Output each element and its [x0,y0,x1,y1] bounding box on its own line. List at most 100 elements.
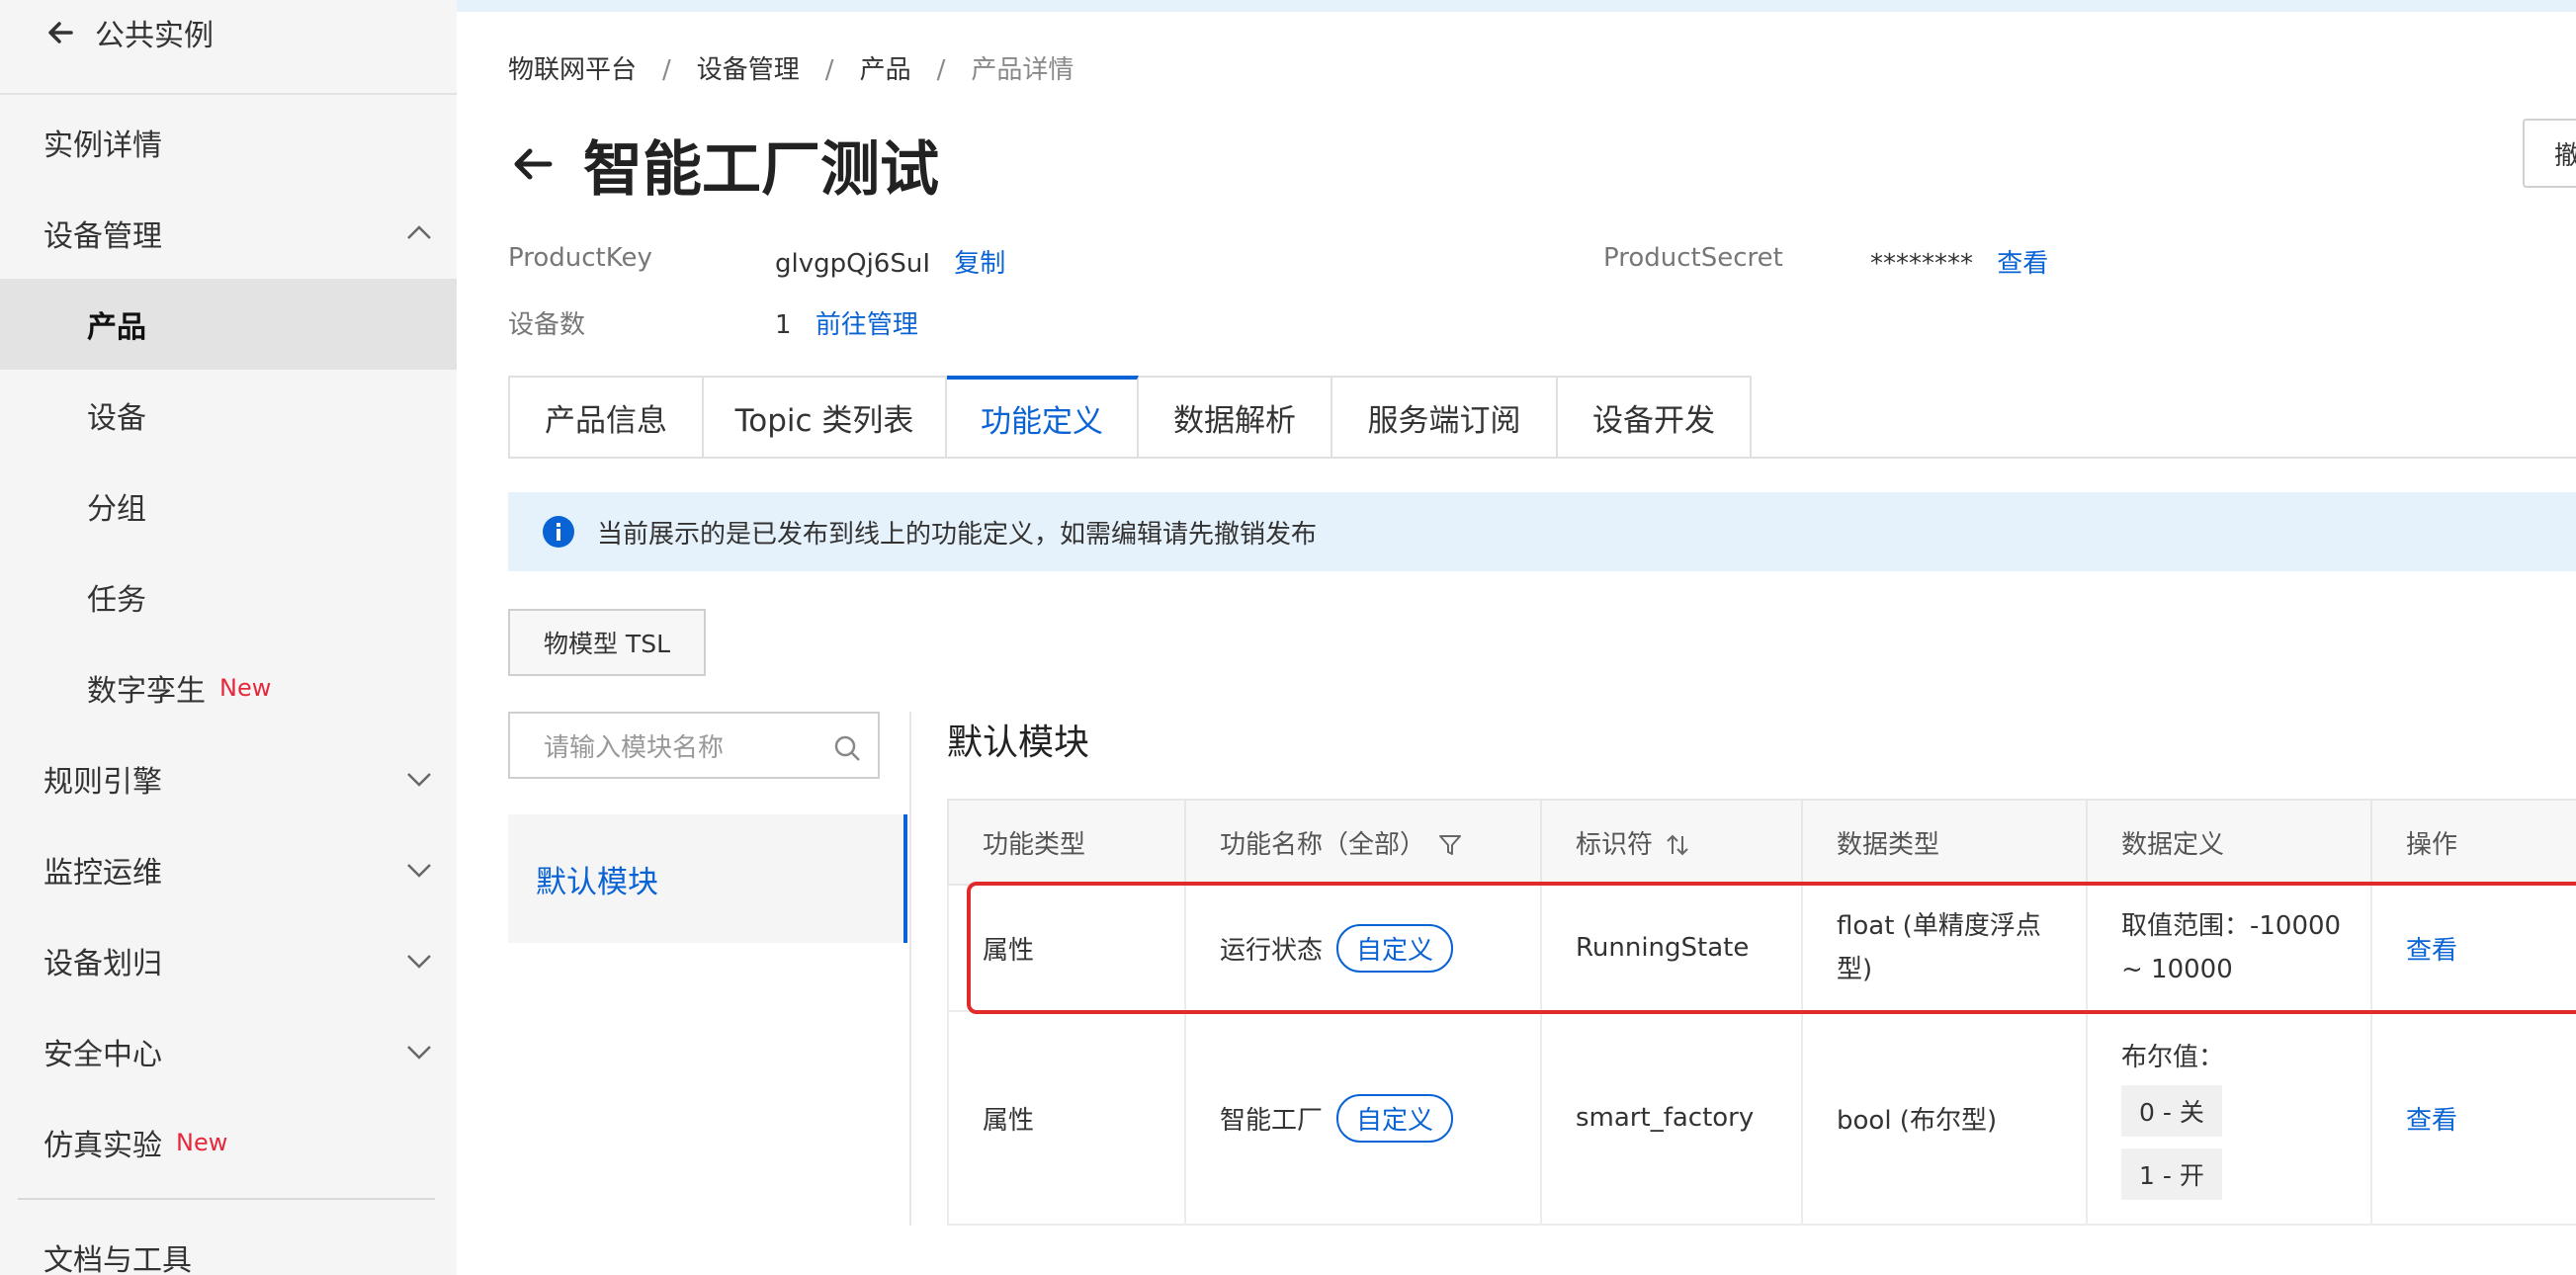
product-secret-row: ******** 查看 [1870,243,2048,280]
sidebar-item-digital-twin[interactable]: 数字孪生 New [0,642,457,733]
main-content: 物联网平台 / 设备管理 / 产品 / 产品详情 智能工厂测试 撤 ProductKey g… [457,0,2576,1275]
tab-device-development[interactable]: 设备开发 [1558,376,1752,459]
sidebar-item-label: 分组 [87,492,146,527]
product-secret-label: ProductSecret [1603,243,1783,273]
sidebar-item-security-center[interactable]: 安全中心 [0,1006,457,1097]
product-key-label: ProductKey [508,243,652,273]
new-badge: New [219,674,272,702]
tsl-button[interactable]: 物模型 TSL [508,609,706,676]
sidebar-item-label: 设备 [87,401,146,436]
tab-function-definition[interactable]: 功能定义 [947,376,1139,459]
sidebar-item-product[interactable]: 产品 [0,279,457,370]
sidebar-item-label: 规则引擎 [43,765,162,800]
view-secret-link[interactable]: 查看 [1997,249,2048,279]
view-link[interactable]: 查看 [2406,1106,2457,1136]
sidebar-divider [18,1198,435,1200]
chevron-down-icon [407,955,431,969]
device-count-label: 设备数 [508,310,586,340]
custom-tag: 自定义 [1336,1093,1454,1143]
sidebar-item-device-assignment[interactable]: 设备划归 [0,915,457,1006]
search-icon[interactable] [832,733,862,763]
back-arrow-icon[interactable] [508,139,558,189]
sort-icon[interactable] [1665,832,1690,858]
table-header-row: 功能类型 功能名称（全部） 标识符 数据类型 数据定义 操作 [947,799,2576,886]
sidebar-item-device-management[interactable]: 设备管理 [0,188,457,279]
header-label: 功能名称（全部） [1220,829,1426,860]
sidebar-item-instance-details[interactable]: 实例详情 [0,97,457,188]
view-link[interactable]: 查看 [2406,936,2457,966]
header-label: 操作 [2406,829,2458,860]
cell-data-type: bool (布尔型) [1801,1010,2088,1226]
tab-product-info[interactable]: 产品信息 [508,376,704,459]
tab-topic-list[interactable]: Topic 类列表 [704,376,947,459]
sidebar-item-monitoring[interactable]: 监控运维 [0,824,457,915]
breadcrumb-item-device-management[interactable]: 设备管理 [697,55,800,85]
sidebar-item-label: 设备管理 [43,219,162,254]
chevron-down-icon [407,773,431,787]
cell-type: 属性 [947,884,1186,1012]
bool-value-false: 0 - 关 [2121,1084,2222,1137]
sidebar-item-device[interactable]: 设备 [0,370,457,461]
tab-data-parsing[interactable]: 数据解析 [1139,376,1332,459]
header-identifier[interactable]: 标识符 [1540,799,1803,886]
tab-server-subscription[interactable]: 服务端订阅 [1332,376,1558,459]
sidebar-item-label: 产品 [87,310,146,345]
new-badge: New [176,1129,228,1156]
cell-action: 查看 [2370,884,2576,1012]
table-row: 属性 运行状态 自定义 RunningState float (单精度浮点型) 取… [947,884,2576,1012]
table-row: 属性 智能工厂 自定义 smart_factory bool (布尔型) 布尔值：… [947,1010,2576,1226]
sidebar-item-label: 安全中心 [43,1038,162,1072]
breadcrumb-item-product[interactable]: 产品 [860,55,911,85]
module-title: 默认模块 [947,722,1090,763]
sidebar-item-label: 仿真实验 [43,1129,162,1163]
module-list-item-default[interactable]: 默认模块 [508,814,907,943]
back-label: 公共实例 [95,19,214,53]
breadcrumb-item-current: 产品详情 [971,55,1074,85]
cell-data-definition: 布尔值： 0 - 关 1 - 开 [2086,1010,2372,1226]
back-to-instances-button[interactable]: 公共实例 [42,8,214,57]
sidebar-item-label: 任务 [87,583,146,618]
sidebar-item-group[interactable]: 分组 [0,461,457,552]
filter-icon[interactable] [1437,832,1463,858]
sidebar-item-task[interactable]: 任务 [0,552,457,642]
product-key-value: glvgpQj6SuI [775,249,931,279]
info-icon [543,516,574,548]
header-data-type: 数据类型 [1801,799,2088,886]
sidebar-item-label: 数字孪生 [87,674,206,709]
breadcrumb-separator: / [824,55,834,85]
sidebar-item-simulation[interactable]: 仿真实验 New [0,1097,457,1188]
tab-bar: 产品信息 Topic 类列表 功能定义 数据解析 服务端订阅 设备开发 [508,376,1752,459]
sidebar-item-docs-tools[interactable]: 文档与工具 [0,1212,457,1275]
copy-link[interactable]: 复制 [954,249,1005,279]
module-search[interactable]: 请输入模块名称 [508,712,880,779]
sidebar-divider [0,93,457,95]
header-label: 标识符 [1576,829,1654,860]
header-function-type: 功能类型 [947,799,1186,886]
unpublish-button[interactable]: 撤 [2523,119,2576,188]
product-key-row: glvgpQj6SuI 复制 [775,243,1005,280]
sidebar-item-rule-engine[interactable]: 规则引擎 [0,733,457,824]
manage-devices-link[interactable]: 前往管理 [816,310,918,340]
breadcrumb: 物联网平台 / 设备管理 / 产品 / 产品详情 [508,49,1073,86]
header-function-name[interactable]: 功能名称（全部） [1184,799,1542,886]
function-name: 运行状态 [1220,935,1324,966]
bool-value-true: 1 - 开 [2121,1148,2222,1200]
cell-identifier: RunningState [1540,884,1803,1012]
sidebar: 公共实例 实例详情 设备管理 产品 设备 分组 任务 数字孪生 New 规则引擎… [0,0,457,1275]
device-count-value: 1 [775,310,792,340]
search-placeholder: 请输入模块名称 [544,732,725,763]
custom-tag: 自定义 [1336,923,1454,973]
breadcrumb-item-iot-platform[interactable]: 物联网平台 [508,55,637,85]
header-label: 数据定义 [2121,829,2225,860]
product-secret-value: ******** [1870,249,1973,279]
sidebar-item-label: 实例详情 [43,128,162,163]
notice-text: 当前展示的是已发布到线上的功能定义，如需编辑请先撤销发布 [597,519,1318,550]
cell-type: 属性 [947,1010,1186,1226]
arrow-left-icon [48,22,73,43]
function-table: 功能类型 功能名称（全部） 标识符 数据类型 数据定义 操作 属性 运行状态 自定… [947,799,2576,1226]
tabs-underline [508,457,2576,459]
sidebar-item-label: 监控运维 [43,856,162,891]
cell-name: 智能工厂 自定义 [1184,1010,1542,1226]
info-notice: 当前展示的是已发布到线上的功能定义，如需编辑请先撤销发布 [508,492,2576,571]
sidebar-item-label: 设备划归 [43,947,162,981]
